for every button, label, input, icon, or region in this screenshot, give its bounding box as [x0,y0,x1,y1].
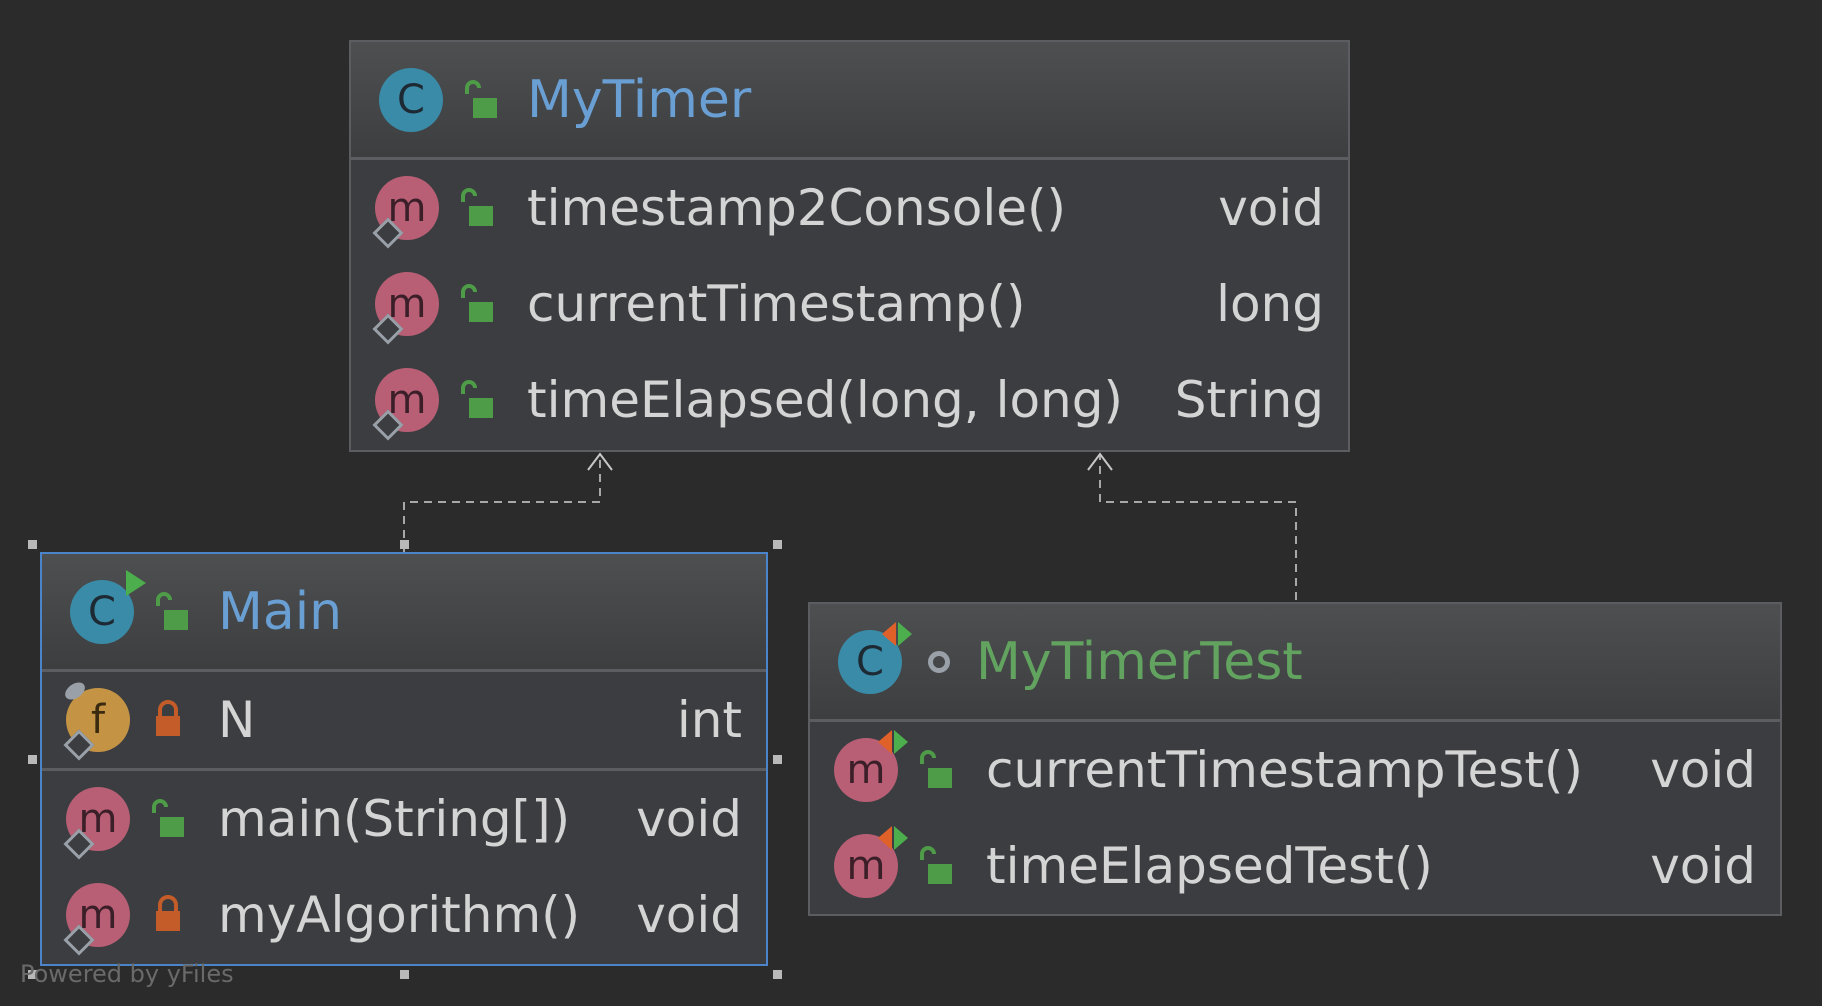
member-name: currentTimestampTest() [986,741,1583,799]
diagram-canvas: C MyTimer m timestamp2Console() void m c… [0,0,1822,1006]
resize-handle[interactable] [400,970,409,979]
member-name: N [218,691,256,749]
member-name: myAlgorithm() [218,886,581,944]
abstract-diamond-icon [372,409,404,441]
class-name: Main [218,581,343,642]
abstract-diamond-icon [372,217,404,249]
class-node-mytimertest[interactable]: C MyTimerTest m currentTimestampTest() v… [808,602,1782,916]
member-name: main(String[]) [218,790,571,848]
run-test-icon [882,621,912,646]
member-type: long [1216,275,1324,333]
fields-section: f N int [42,672,766,771]
class-name: MyTimerTest [976,631,1303,692]
unlocked-padlock-icon [156,591,188,630]
member-type: void [1650,741,1756,799]
main-to-mytimer-edge[interactable] [403,456,601,552]
member-type: void [1218,179,1324,237]
pin-icon [61,678,89,704]
resize-handle[interactable] [28,540,37,549]
member-name: timeElapsedTest() [986,837,1433,895]
mytimertest-to-mytimer-edge[interactable] [1099,456,1297,600]
unlocked-padlock-icon [461,284,493,322]
methods-section: m main(String[]) void m myAlgorithm() vo… [42,771,766,963]
unlocked-padlock-icon [920,846,952,884]
resize-handle[interactable] [773,540,782,549]
resize-handle[interactable] [773,970,782,979]
class-header: C Main [42,554,766,672]
unlocked-padlock-icon [465,79,497,118]
member-row[interactable]: m timeElapsed(long, long) String [351,352,1348,448]
resize-handle[interactable] [773,755,782,764]
member-row[interactable]: m timeElapsedTest() void [810,818,1780,914]
member-type: void [636,790,742,848]
resize-handle[interactable] [400,540,409,549]
methods-section: m timestamp2Console() void m currentTime… [351,160,1348,448]
unlocked-padlock-icon [152,799,184,837]
run-test-icon [878,826,908,850]
abstract-diamond-icon [63,828,95,860]
member-row[interactable]: m main(String[]) void [42,771,766,867]
unlocked-padlock-icon [461,188,493,226]
method-icon: m [372,272,439,345]
unlocked-padlock-icon [461,380,493,418]
method-icon: m [372,176,439,249]
member-name: timeElapsed(long, long) [527,371,1123,429]
member-row[interactable]: m currentTimestampTest() void [810,722,1780,818]
abstract-diamond-icon [372,313,404,345]
class-header: C MyTimerTest [810,604,1780,722]
member-type: int [676,691,742,749]
class-node-main[interactable]: C Main f N int m main(String[]) void m m… [40,552,768,966]
method-icon: m [63,787,130,860]
abstract-diamond-icon [63,924,95,956]
member-row[interactable]: m currentTimestamp() long [351,256,1348,352]
class-node-mytimer[interactable]: C MyTimer m timestamp2Console() void m c… [349,40,1350,452]
locked-padlock-icon [156,895,180,931]
member-row[interactable]: m myAlgorithm() void [42,867,766,963]
resize-handle[interactable] [28,755,37,764]
field-icon: f [61,678,130,761]
unlocked-padlock-icon [920,750,952,788]
member-type: void [1650,837,1756,895]
runnable-class-icon: C [70,569,146,644]
run-test-icon [878,730,908,754]
member-row[interactable]: f N int [42,672,766,768]
class-name: MyTimer [527,69,752,130]
member-name: timestamp2Console() [527,179,1067,237]
method-icon: m [63,883,130,956]
locked-padlock-icon [156,700,180,736]
test-class-icon: C [838,621,912,694]
member-name: currentTimestamp() [527,275,1026,333]
class-header: C MyTimer [351,42,1348,160]
powered-by-credit: Powered by yFiles [20,960,234,988]
run-icon [126,569,146,596]
test-method-icon: m [834,826,908,898]
member-type: void [636,886,742,944]
test-method-icon: m [834,730,908,802]
methods-section: m currentTimestampTest() void m timeElap… [810,722,1780,914]
class-icon: C [379,67,443,132]
member-type: String [1174,371,1324,429]
package-dot-icon [928,650,950,673]
member-row[interactable]: m timestamp2Console() void [351,160,1348,256]
final-diamond-icon [63,729,95,761]
method-icon: m [372,368,439,441]
